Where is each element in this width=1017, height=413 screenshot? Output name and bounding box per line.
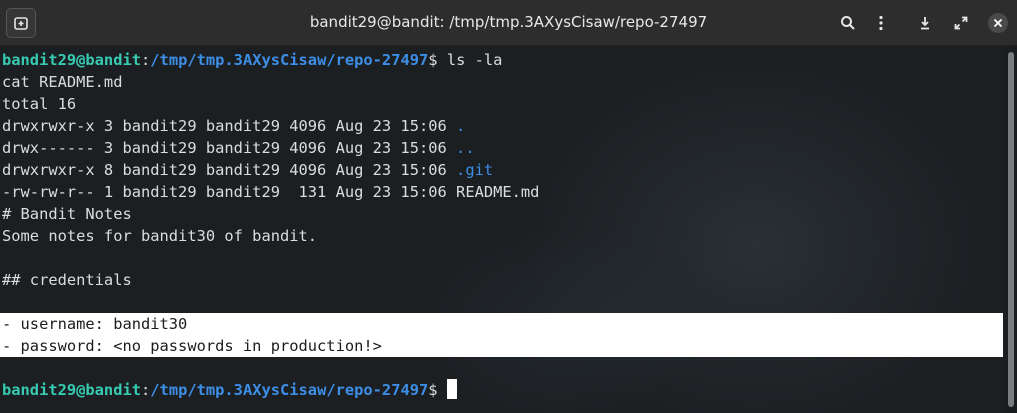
listing-name: .git <box>456 161 494 179</box>
listing-row: drwx------ 3 bandit29 bandit29 4096 Aug … <box>2 137 1005 159</box>
command-line: bandit29@bandit:/tmp/tmp.3AXysCisaw/repo… <box>2 49 1005 71</box>
prompt-path: /tmp/tmp.3AXysCisaw/repo-27497 <box>150 51 429 69</box>
text-cursor <box>446 379 457 399</box>
prompt-symbol: $ <box>428 51 438 69</box>
prompt-symbol: $ <box>428 381 438 399</box>
close-button[interactable] <box>983 8 1013 38</box>
close-button-circle <box>988 13 1008 33</box>
title-bar: bandit29@bandit: /tmp/tmp.3AXysCisaw/rep… <box>0 0 1017 46</box>
window-title: bandit29@bandit: /tmp/tmp.3AXysCisaw/rep… <box>309 13 708 31</box>
listing-meta: drwxrwxr-x 3 bandit29 bandit29 4096 Aug … <box>2 117 457 135</box>
scrollbar[interactable] <box>1005 46 1017 413</box>
prompt-colon: : <box>141 51 151 69</box>
command-text: ls -la <box>437 51 503 69</box>
maximize-icon <box>954 16 968 30</box>
search-button[interactable] <box>833 8 863 38</box>
listing-meta: -rw-rw-r-- 1 bandit29 bandit29 131 Aug 2… <box>2 183 457 201</box>
output-line: cat README.md <box>2 73 123 91</box>
search-icon <box>841 16 855 30</box>
prompt-user: bandit29@bandit <box>2 381 141 399</box>
minimize-icon <box>921 17 929 30</box>
output-line: # Bandit Notes <box>2 205 132 223</box>
maximize-button[interactable] <box>946 8 976 38</box>
terminal-output[interactable]: bandit29@bandit:/tmp/tmp.3AXysCisaw/repo… <box>0 46 1005 413</box>
listing-name: README.md <box>456 183 540 201</box>
listing-row: -rw-rw-r-- 1 bandit29 bandit29 131 Aug 2… <box>2 181 1005 203</box>
prompt-line: bandit29@bandit:/tmp/tmp.3AXysCisaw/repo… <box>2 379 1005 401</box>
scrollbar-thumb[interactable] <box>1008 52 1014 407</box>
menu-icon <box>879 15 883 31</box>
close-icon <box>993 18 1003 28</box>
listing-name: .. <box>456 139 475 157</box>
menu-button[interactable] <box>866 8 896 38</box>
listing-row: drwxrwxr-x 3 bandit29 bandit29 4096 Aug … <box>2 115 1005 137</box>
terminal-window: bandit29@bandit: /tmp/tmp.3AXysCisaw/rep… <box>0 0 1017 413</box>
highlighted-line: - password: <no passwords in production!… <box>0 335 1003 357</box>
output-line: Some notes for bandit30 of bandit. <box>2 227 318 245</box>
output-line: total 16 <box>2 95 77 113</box>
listing-name: . <box>456 117 466 135</box>
minimize-button[interactable] <box>910 8 940 38</box>
output-line: ## credentials <box>2 271 132 289</box>
highlighted-line: - username: bandit30 <box>0 313 1003 335</box>
prompt-path: /tmp/tmp.3AXysCisaw/repo-27497 <box>150 381 429 399</box>
listing-meta: drwxrwxr-x 8 bandit29 bandit29 4096 Aug … <box>2 161 457 179</box>
prompt-user: bandit29@bandit <box>2 51 141 69</box>
listing-meta: drwx------ 3 bandit29 bandit29 4096 Aug … <box>2 139 457 157</box>
prompt-colon: : <box>141 381 151 399</box>
listing-row: drwxrwxr-x 8 bandit29 bandit29 4096 Aug … <box>2 159 1005 181</box>
